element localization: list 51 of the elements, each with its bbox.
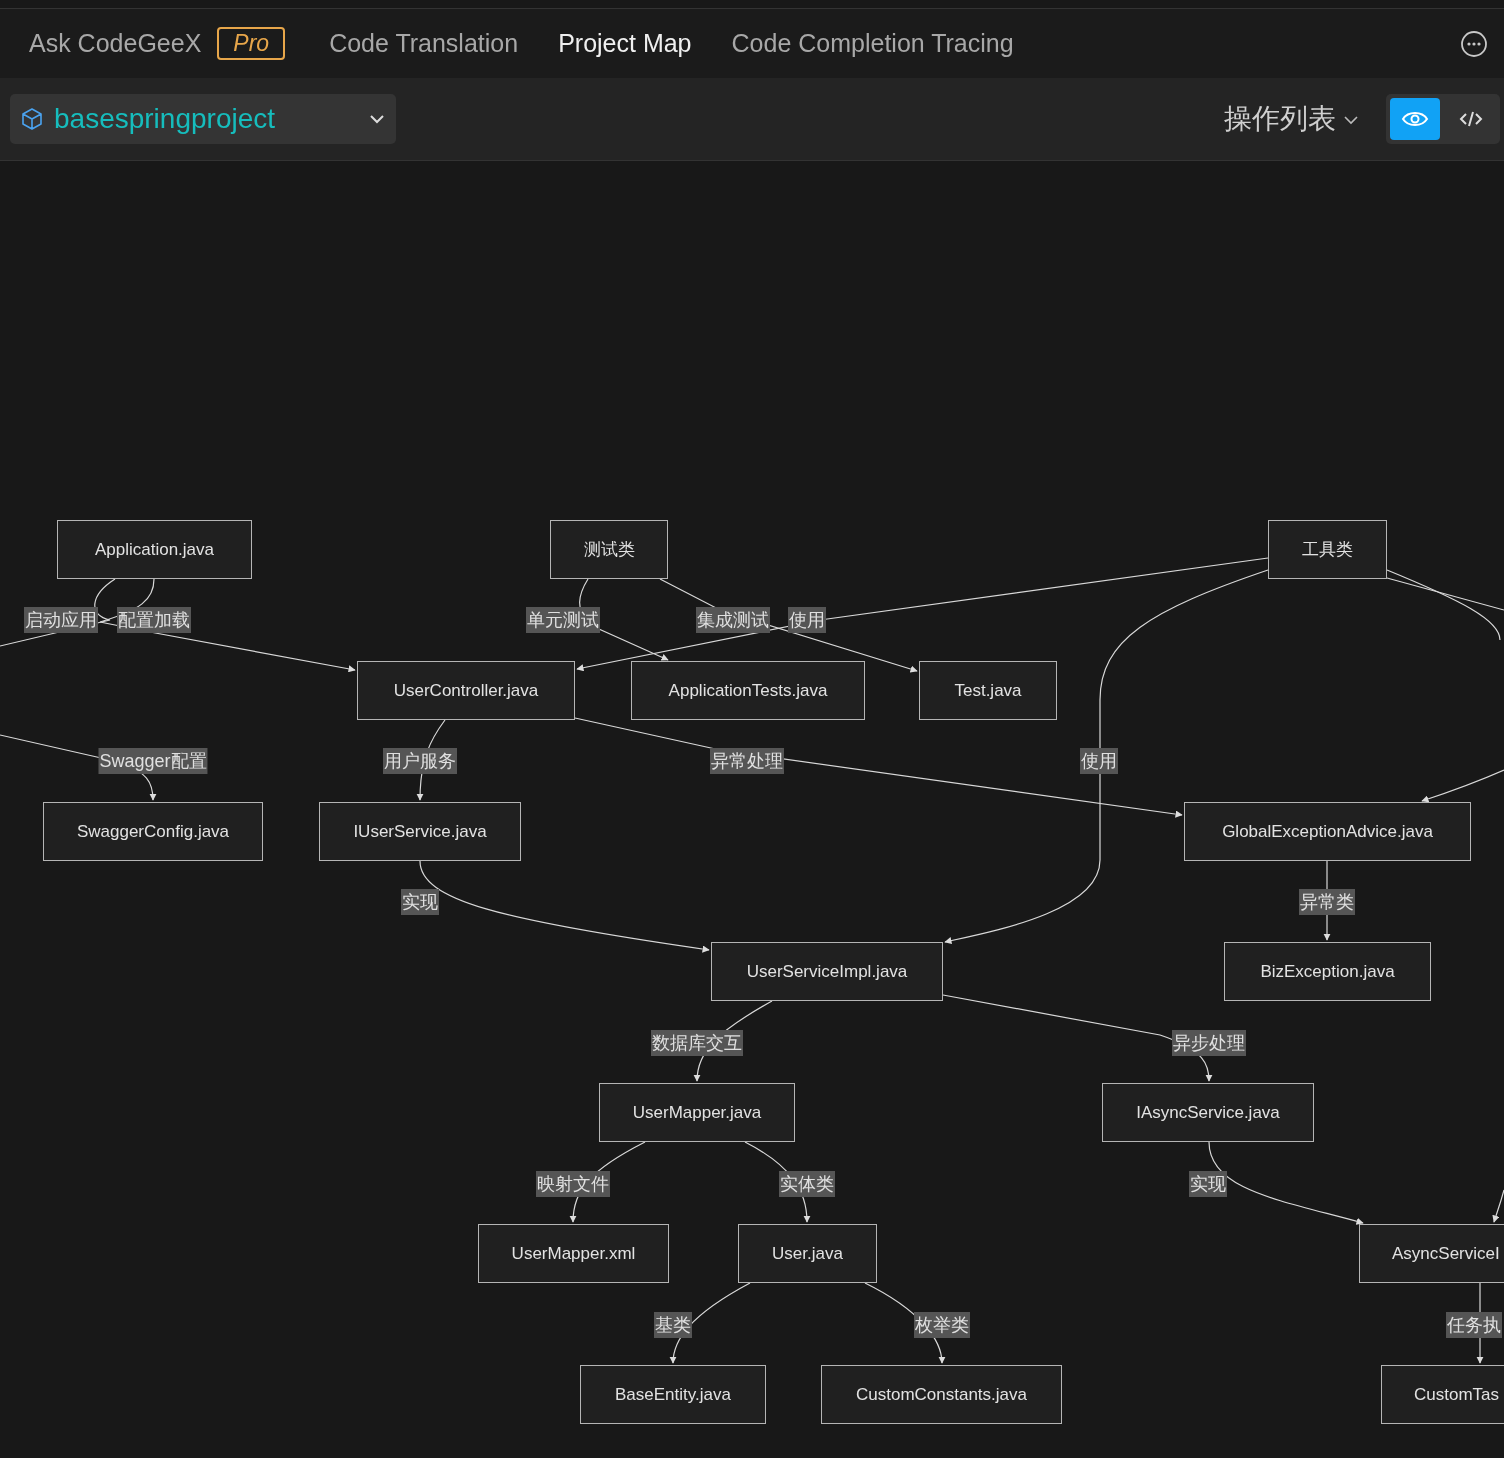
edge-label: 异步处理 [1172,1030,1246,1056]
diagram-node[interactable]: CustomConstants.java [821,1365,1062,1424]
diagram-node[interactable]: User.java [738,1224,877,1283]
diagram-node[interactable]: AsyncServiceI [1359,1224,1504,1283]
eye-icon [1401,109,1429,129]
tab[interactable]: Code Translation [329,29,519,58]
preview-button[interactable] [1390,98,1440,140]
edge-label: 集成测试 [696,607,770,633]
project-select[interactable]: basespringproject [10,94,396,144]
edge-label: 用户服务 [383,748,457,774]
more-icon[interactable] [1460,29,1488,58]
cube-icon [20,107,44,131]
edge-label: 实体类 [779,1171,835,1197]
diagram-node[interactable]: ApplicationTests.java [631,661,865,720]
edge-label: Swagger配置 [98,748,208,774]
edge-label: 使用 [1080,748,1118,774]
edge-label: 映射文件 [536,1171,610,1197]
diagram-node[interactable]: 测试类 [550,520,668,579]
diagram-node[interactable]: CustomTas [1381,1365,1504,1424]
edge-label: 启动应用 [24,607,98,633]
code-icon [1457,109,1485,129]
edge-label: 实现 [401,889,439,915]
pro-badge: Pro [217,27,286,60]
edge-label: 配置加载 [117,607,191,633]
diagram-node[interactable]: SwaggerConfig.java [43,802,263,861]
diagram-node[interactable]: Test.java [919,661,1057,720]
tab[interactable]: Code Completion Tracing [731,29,1014,58]
tab[interactable]: Project Map [558,29,692,58]
edge-label: 枚举类 [914,1312,970,1338]
diagram-node[interactable]: 工具类 [1268,520,1387,579]
tab[interactable]: Ask CodeGeeX [29,29,202,58]
diagram-node[interactable]: IAsyncService.java [1102,1083,1314,1142]
edge-label: 单元测试 [526,607,600,633]
diagram-node[interactable]: UserServiceImpl.java [711,942,943,1001]
connector-arrow [1492,1189,1504,1223]
edge-label: 实现 [1189,1171,1227,1197]
edge-label: 数据库交互 [651,1030,743,1056]
edge-label: 使用 [788,607,826,633]
diagram-node[interactable]: GlobalExceptionAdvice.java [1184,802,1471,861]
edge-label: 异常处理 [710,748,784,774]
diagram-node[interactable]: BizException.java [1224,942,1431,1001]
edge-label: 任务执 [1446,1312,1502,1338]
diagram-node[interactable]: UserMapper.java [599,1083,795,1142]
diagram-node[interactable]: Application.java [57,520,252,579]
edge-label: 基类 [654,1312,692,1338]
diagram-node[interactable]: IUserService.java [319,802,521,861]
diagram-node[interactable]: UserMapper.xml [478,1224,669,1283]
diagram-node[interactable]: BaseEntity.java [580,1365,766,1424]
diagram-node[interactable]: UserController.java [357,661,575,720]
edge-label: 异常类 [1299,889,1355,915]
actions-dropdown[interactable]: 操作列表 [1224,100,1360,138]
